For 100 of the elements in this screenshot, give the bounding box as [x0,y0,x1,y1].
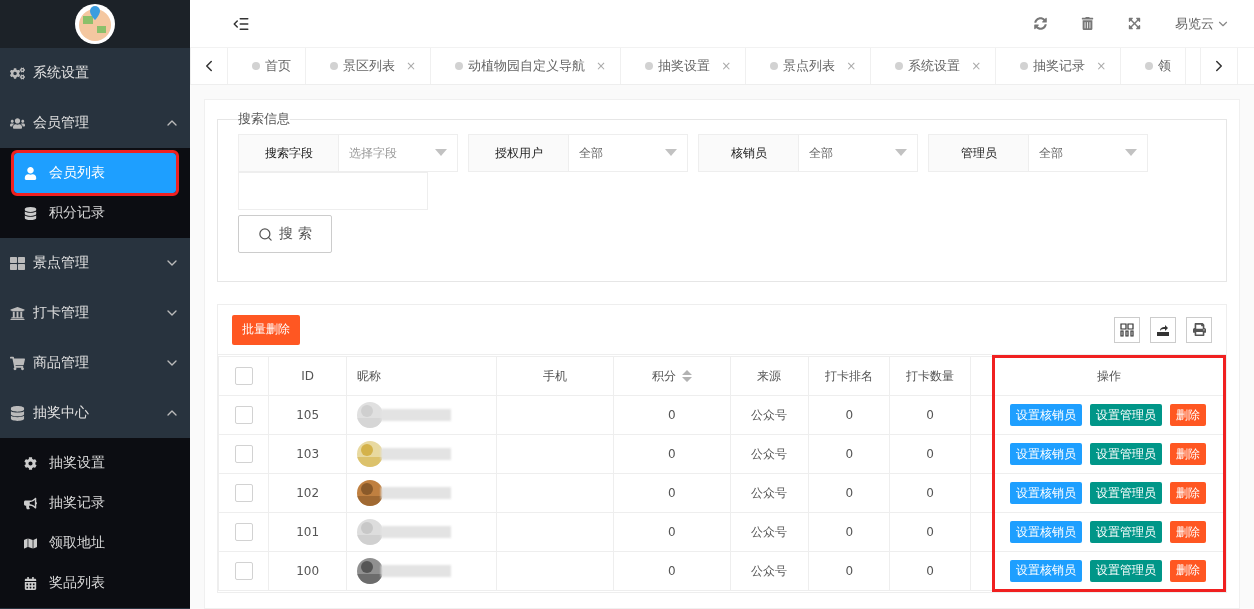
column-header: 打卡数量 [889,356,971,396]
action-button[interactable]: 设置管理员 [1089,443,1162,465]
sidebar-item[interactable]: 抽奖中心 [0,388,190,438]
filter-select[interactable]: 搜索字段 选择字段 [238,134,458,172]
menu-icon [10,255,25,271]
action-button[interactable]: 设置管理员 [1089,521,1162,543]
action-button[interactable]: 删除 [1169,559,1206,582]
table-cell: 公众号 [730,473,809,513]
menu-icon [24,536,37,550]
dot-icon [770,62,779,70]
page-tab[interactable]: 景区列表 × [306,48,432,84]
table-cell: 102 [268,473,347,513]
submenu-item[interactable]: 抽奖设置 [0,443,190,483]
print-button[interactable] [1186,316,1212,343]
menu-icon [10,115,25,131]
sidebar-item[interactable]: 打卡管理 [0,288,190,338]
table-cell: 0 [889,512,971,552]
menu-icon [24,206,37,220]
columns-button[interactable] [1114,316,1140,343]
checkbox[interactable] [234,445,253,463]
column-header: ID [268,356,347,396]
sidebar-item[interactable]: 商品管理 [0,338,190,388]
page-tab[interactable]: 系统设置 × [871,48,997,84]
print-icon [1192,323,1206,336]
page-tab[interactable]: 抽奖记录 × [996,48,1122,84]
menu-icon [10,305,25,321]
submenu-item[interactable]: 抽奖记录 [0,483,190,523]
table-cell: 0 [889,434,971,474]
sidebar-item[interactable]: 景点管理 [0,238,190,288]
dot-icon [1145,62,1154,70]
table-cell: 100 [268,551,347,591]
page-tab[interactable]: 领 [1121,48,1187,84]
legend-text: 搜索信息 [238,110,290,128]
caret-icon [1125,149,1137,157]
blurred-name [381,487,452,499]
table-cell: 0 [808,473,890,513]
dot-icon [455,62,464,70]
menu-icon [24,576,37,590]
page-tab[interactable]: 动植物园自定义导航 × [431,48,622,84]
column-header[interactable]: 积分 [613,356,731,396]
search-button[interactable]: 搜 索 [238,215,332,253]
export-button[interactable] [1150,316,1176,343]
checkbox[interactable] [234,367,253,385]
menu-icon [10,355,25,371]
submenu-item[interactable]: 领取地址 [0,523,190,563]
table-cell: 0 [613,473,731,513]
page-tab[interactable]: 景点列表 × [746,48,872,84]
column-header: 手机 [496,356,614,396]
checkbox[interactable] [234,484,253,502]
caret-icon [665,149,677,157]
columns-icon [1120,322,1134,337]
table-cell: 公众号 [730,551,809,591]
dot-icon [895,62,904,70]
fullscreen-icon[interactable] [1128,17,1141,30]
user-menu[interactable]: 易览云 [1175,14,1230,33]
table-cell: 0 [613,434,731,474]
filter-select[interactable]: 管理员 全部 [928,134,1148,172]
table-cell: 公众号 [730,512,809,552]
trash-icon[interactable] [1081,17,1094,30]
page-tab[interactable]: 抽奖设置 × [621,48,747,84]
refresh-icon[interactable] [1034,17,1047,30]
table-cell: 0 [808,434,890,474]
action-button[interactable]: 删除 [1169,482,1206,504]
checkbox[interactable] [234,562,253,580]
submenu-item[interactable]: 奖品列表 [0,563,190,603]
table-cell: 0 [889,395,971,435]
page-tab[interactable]: 首页 [228,48,306,84]
menu-icon [24,456,37,470]
table-cell: 公众号 [730,434,809,474]
filter-select[interactable]: 核销员 全部 [698,134,918,172]
dot-icon [330,62,338,70]
action-button[interactable]: 删除 [1169,404,1206,426]
dot-icon [645,62,654,70]
action-button[interactable]: 删除 [1169,443,1206,465]
action-button[interactable]: 设置管理员 [1089,404,1162,426]
table-cell: 0 [808,395,890,435]
table-cell: 0 [889,551,971,591]
batch-delete-button[interactable]: 批量删除 [232,314,300,345]
table-cell: 公众号 [730,395,809,435]
table-cell: 101 [268,512,347,552]
table-cell: 0 [808,551,890,591]
dot-icon [1020,62,1029,70]
table-cell: 103 [268,434,347,474]
action-button[interactable]: 设置管理员 [1089,559,1162,582]
sidebar-item[interactable]: 会员管理 [0,98,190,148]
checkbox[interactable] [234,406,253,424]
menu-icon [10,405,25,421]
sidebar-item[interactable]: 系统设置 [0,48,190,98]
submenu-item[interactable]: 积分记录 [0,193,190,233]
filter-select[interactable]: 授权用户 全部 [468,134,688,172]
dot-icon [252,62,260,70]
export-icon [1156,322,1170,337]
table-cell: 0 [613,512,731,552]
action-button[interactable]: 设置管理员 [1089,482,1162,504]
table-cell: 0 [889,473,971,513]
column-header: 打卡排名 [808,356,890,396]
action-button[interactable]: 删除 [1169,521,1206,543]
blurred-name [381,409,452,421]
checkbox[interactable] [234,523,253,541]
menu-icon [24,166,37,180]
